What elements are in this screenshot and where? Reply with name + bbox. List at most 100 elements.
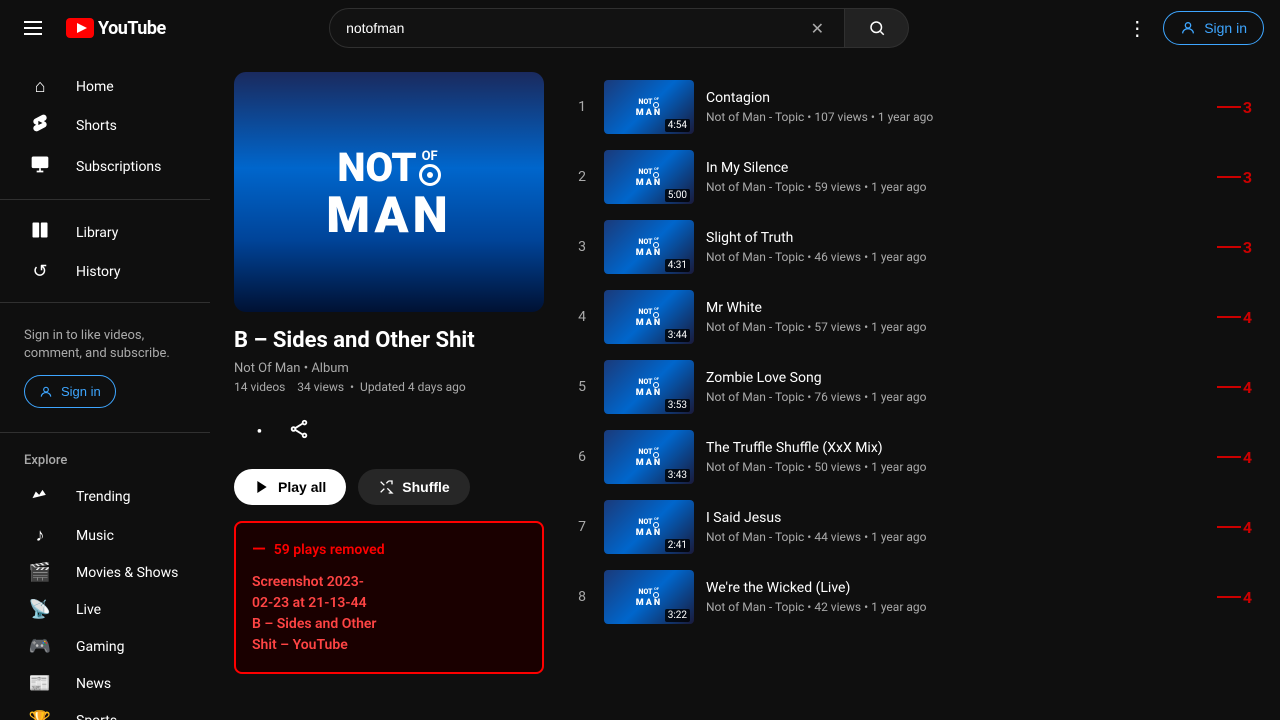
sidebar-item-movies[interactable]: 🎬 Movies & Shows	[4, 554, 206, 591]
track-item[interactable]: 6 NOT OF MAN 3:43 The Truffle Shuffle (X…	[568, 422, 1256, 492]
track-item[interactable]: 3 NOT OF MAN 4:31 Slight of Truth Not of…	[568, 212, 1256, 282]
track-remove[interactable]: 3	[1217, 238, 1252, 257]
track-remove[interactable]: 4	[1217, 518, 1252, 537]
track-remove[interactable]: 3	[1217, 168, 1252, 187]
sidebar-item-trending[interactable]: Trending	[4, 476, 206, 517]
track-duration: 3:43	[665, 469, 690, 482]
track-item[interactable]: 5 NOT OF MAN 3:53 Zombie Love Song Not o…	[568, 352, 1256, 422]
sidebar-item-label: Subscriptions	[76, 159, 161, 175]
sidebar-item-live[interactable]: 📡 Live	[4, 591, 206, 628]
track-info: Contagion Not of Man - Topic • 107 views…	[706, 90, 1205, 124]
playlist-meta: Not Of Man • Album	[234, 361, 544, 376]
search-clear-button[interactable]: ✕	[807, 15, 828, 42]
playlist-stats: 14 videos 34 views • Updated 4 days ago	[234, 380, 544, 394]
youtube-logo[interactable]: YouTube	[66, 18, 166, 39]
track-info: I Said Jesus Not of Man - Topic • 44 vie…	[706, 510, 1205, 544]
trending-icon	[28, 484, 52, 509]
track-thumbnail: NOT OF MAN 3:53	[604, 360, 694, 414]
sidebar-item-sports[interactable]: 🏆 Sports	[4, 702, 206, 720]
track-number: 3	[572, 239, 592, 255]
header-left: YouTube	[16, 13, 216, 43]
track-remove[interactable]: 4	[1217, 448, 1252, 467]
track-remove[interactable]: 4	[1217, 308, 1252, 327]
playlist-title: B – Sides and Other Shit	[234, 328, 544, 353]
track-remove[interactable]: 3	[1217, 98, 1252, 117]
movies-icon: 🎬	[28, 562, 52, 583]
sidebar-item-label: Home	[76, 79, 114, 95]
notification-header: — 59 plays removed	[252, 539, 526, 560]
track-item[interactable]: 7 NOT OF MAN 2:41 I Said Jesus Not of Ma…	[568, 492, 1256, 562]
sidebar: ⌂ Home Shorts Subscriptions Library ↺ Hi…	[0, 56, 210, 720]
share-button[interactable]	[280, 410, 318, 453]
track-item[interactable]: 2 NOT OF MAN 5:00 In My Silence Not of M…	[568, 142, 1256, 212]
person-icon	[1180, 20, 1196, 36]
track-number: 4	[572, 309, 592, 325]
playlist-actions	[234, 410, 544, 453]
track-actions: 3	[1217, 168, 1252, 187]
sidebar-item-gaming[interactable]: 🎮 Gaming	[4, 628, 206, 665]
track-info: Zombie Love Song Not of Man - Topic • 76…	[706, 370, 1205, 404]
gaming-icon: 🎮	[28, 636, 52, 657]
playlist-view-count: 34 views	[297, 380, 344, 394]
track-meta: Not of Man - Topic • 46 views • 1 year a…	[706, 250, 1205, 264]
music-icon: ♪	[28, 525, 52, 546]
sidebar-item-shorts[interactable]: Shorts	[4, 105, 206, 146]
history-icon: ↺	[28, 261, 52, 282]
playlist-artist: Not Of Man	[234, 361, 300, 376]
track-item[interactable]: 8 NOT OF MAN 3:22 We're the Wicked (Live…	[568, 562, 1256, 632]
sidebar-item-label: Shorts	[76, 118, 117, 134]
track-actions: 3	[1217, 98, 1252, 117]
library-icon	[28, 220, 52, 245]
sidebar-item-label: Gaming	[76, 639, 124, 655]
track-duration: 4:54	[665, 119, 690, 132]
shorts-icon	[28, 113, 52, 138]
sidebar-item-music[interactable]: ♪ Music	[4, 517, 206, 554]
track-item[interactable]: 4 NOT OF MAN 3:44 Mr White Not of Man - …	[568, 282, 1256, 352]
playlist-thumbnail: NOT OF MAN	[234, 72, 544, 312]
sports-icon: 🏆	[28, 710, 52, 720]
track-duration: 5:00	[665, 189, 690, 202]
track-duration: 2:41	[665, 539, 690, 552]
shuffle-button[interactable]: Shuffle	[358, 469, 469, 505]
sidebar-item-news[interactable]: 📰 News	[4, 665, 206, 702]
track-meta: Not of Man - Topic • 107 views • 1 year …	[706, 110, 1205, 124]
track-remove[interactable]: 4	[1217, 378, 1252, 397]
track-title: In My Silence	[706, 160, 1205, 176]
sidebar-divider	[0, 199, 210, 200]
search-input[interactable]	[346, 20, 807, 36]
search-button[interactable]	[845, 8, 909, 48]
track-actions: 3	[1217, 238, 1252, 257]
logo-man: MAN	[326, 191, 451, 241]
sidebar-item-history[interactable]: ↺ History	[4, 253, 206, 290]
track-title: Contagion	[706, 90, 1205, 106]
sidebar-sign-in-button[interactable]: Sign in	[24, 375, 116, 408]
playlist-updated: Updated 4 days ago	[360, 380, 466, 394]
sidebar-item-label: Movies & Shows	[76, 565, 178, 581]
sidebar-item-library[interactable]: Library	[4, 212, 206, 253]
track-title: Slight of Truth	[706, 230, 1205, 246]
sign-in-button[interactable]: Sign in	[1163, 11, 1264, 45]
track-thumbnail: NOT OF MAN 2:41	[604, 500, 694, 554]
add-to-queue-button[interactable]	[234, 410, 272, 453]
track-item[interactable]: 1 NOT OF MAN 4:54 Contagion Not of Man -…	[568, 72, 1256, 142]
youtube-wordmark: YouTube	[98, 18, 166, 39]
track-thumbnail: NOT OF MAN 3:43	[604, 430, 694, 484]
track-duration: 3:53	[665, 399, 690, 412]
track-info: We're the Wicked (Live) Not of Man - Top…	[706, 580, 1205, 614]
sidebar-item-home[interactable]: ⌂ Home	[4, 68, 206, 105]
logo-not: NOT	[337, 144, 416, 191]
more-options-button[interactable]: ⋮	[1119, 8, 1155, 49]
track-meta: Not of Man - Topic • 42 views • 1 year a…	[706, 600, 1205, 614]
header-right: ⋮ Sign in	[1119, 8, 1264, 49]
track-info: In My Silence Not of Man - Topic • 59 vi…	[706, 160, 1205, 194]
search-input-container: ✕	[329, 8, 845, 48]
play-all-button[interactable]: Play all	[234, 469, 346, 505]
sidebar-item-subscriptions[interactable]: Subscriptions	[4, 146, 206, 187]
signin-prompt: Sign in to like videos, comment, and sub…	[0, 315, 210, 420]
track-duration: 4:31	[665, 259, 690, 272]
track-actions: 4	[1217, 448, 1252, 467]
track-remove[interactable]: 4	[1217, 588, 1252, 607]
album-logo: NOT OF MAN	[326, 144, 451, 241]
track-number: 5	[572, 379, 592, 395]
menu-button[interactable]	[16, 13, 50, 43]
